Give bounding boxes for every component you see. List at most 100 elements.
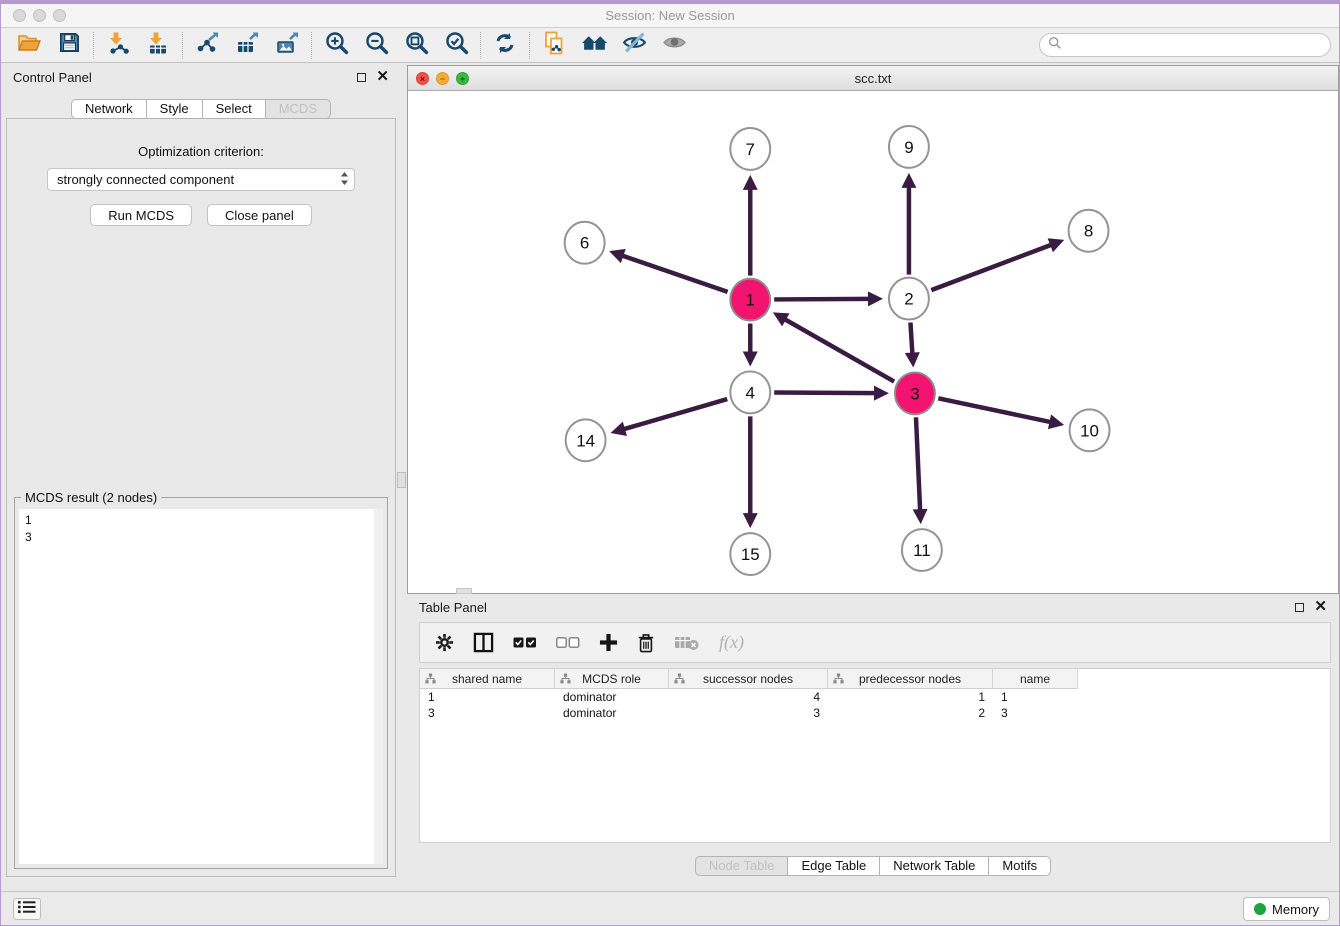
zoom-fit-button[interactable] xyxy=(396,30,436,61)
graph-node-11[interactable]: 11 xyxy=(902,529,942,571)
export-network-icon xyxy=(195,31,219,60)
graph-edge-3-10[interactable] xyxy=(938,398,1064,429)
select-all-button[interactable] xyxy=(513,637,537,649)
tab-network-table[interactable]: Network Table xyxy=(880,856,989,876)
graph-node-6[interactable]: 6 xyxy=(565,222,605,264)
deselect-all-button[interactable] xyxy=(556,637,580,649)
run-mcds-button[interactable]: Run MCDS xyxy=(90,204,192,226)
graph-edge-1-2[interactable] xyxy=(774,291,883,306)
tab-network[interactable]: Network xyxy=(71,99,147,119)
close-panel-icon[interactable]: ✕ xyxy=(376,72,389,82)
zoom-in-button[interactable] xyxy=(316,30,356,61)
node-table[interactable]: shared nameMCDS rolesuccessor nodesprede… xyxy=(419,668,1331,843)
zoom-out-button[interactable] xyxy=(356,30,396,61)
graph-node-7[interactable]: 7 xyxy=(730,128,770,170)
column-header-successor-nodes[interactable]: successor nodes xyxy=(669,669,828,688)
result-scrollbar[interactable] xyxy=(374,509,383,864)
clone-network-button[interactable] xyxy=(534,30,574,61)
maximize-view-icon[interactable]: + xyxy=(456,72,469,85)
zoom-fit-icon xyxy=(404,30,429,60)
import-network-button[interactable] xyxy=(98,30,138,61)
delete-button[interactable] xyxy=(637,633,655,653)
graph-edge-2-3[interactable] xyxy=(905,322,920,367)
hide-selected-eye-icon xyxy=(622,30,647,60)
column-header-MCDS-role[interactable]: MCDS role xyxy=(555,669,669,688)
zoom-window-icon[interactable] xyxy=(53,9,66,22)
show-all-button[interactable] xyxy=(654,30,694,61)
graph-edge-4-15[interactable] xyxy=(743,416,758,528)
gear-button[interactable] xyxy=(435,633,454,652)
graph-edge-3-11[interactable] xyxy=(913,417,928,524)
graph-node-4[interactable]: 4 xyxy=(730,371,770,413)
close-view-icon[interactable]: × xyxy=(416,72,429,85)
search-field[interactable] xyxy=(1039,33,1331,57)
graph-node-1[interactable]: 1 xyxy=(730,279,770,321)
close-panel-button[interactable]: Close panel xyxy=(207,204,312,226)
graph-edge-2-9[interactable] xyxy=(901,173,916,275)
tab-motifs[interactable]: Motifs xyxy=(989,856,1051,876)
graph-edge-1-4[interactable] xyxy=(743,324,758,367)
graph-edge-1-7[interactable] xyxy=(743,175,758,276)
graph-node-10[interactable]: 10 xyxy=(1070,409,1110,451)
float-panel-icon[interactable] xyxy=(357,73,366,82)
tab-mcds[interactable]: MCDS xyxy=(266,99,331,119)
delete-table-icon xyxy=(674,634,700,652)
zoom-selected-icon xyxy=(444,30,469,60)
split-columns-button[interactable] xyxy=(473,632,494,653)
search-input[interactable] xyxy=(1067,37,1322,54)
graph-node-15[interactable]: 15 xyxy=(730,533,770,575)
graph-edge-4-3[interactable] xyxy=(774,386,889,401)
mcds-result-title: MCDS result (2 nodes) xyxy=(21,490,161,505)
graph-edge-4-14[interactable] xyxy=(611,399,728,436)
export-table-button[interactable] xyxy=(227,30,267,61)
zoom-selected-button[interactable] xyxy=(436,30,476,61)
table-row[interactable]: 3dominator323 xyxy=(420,705,1330,721)
chevron-up-down-icon xyxy=(340,171,349,189)
column-header-predecessor-nodes[interactable]: predecessor nodes xyxy=(828,669,993,688)
svg-text:3: 3 xyxy=(910,384,919,403)
refresh-button[interactable] xyxy=(485,30,525,61)
column-header-shared-name[interactable]: shared name xyxy=(420,669,555,688)
graph-node-9[interactable]: 9 xyxy=(889,126,929,168)
tab-edge-table[interactable]: Edge Table xyxy=(788,856,880,876)
tab-select[interactable]: Select xyxy=(203,99,266,119)
open-session-button[interactable] xyxy=(9,30,49,61)
control-panel: Control Panel ✕ NetworkStyleSelectMCDS O… xyxy=(1,64,401,891)
save-session-button[interactable] xyxy=(49,30,89,61)
graph-edge-1-6[interactable] xyxy=(609,249,727,292)
hide-selected-button[interactable] xyxy=(614,30,654,61)
graph-node-14[interactable]: 14 xyxy=(566,419,606,461)
import-table-button[interactable] xyxy=(138,30,178,61)
graph-node-3[interactable]: 3 xyxy=(895,372,935,414)
export-network-button[interactable] xyxy=(187,30,227,61)
float-table-panel-icon[interactable] xyxy=(1295,603,1304,612)
tab-style[interactable]: Style xyxy=(147,99,203,119)
network-canvas[interactable]: 7 9 6 8 1 2 4 3 14 10 15 11 xyxy=(408,92,1338,593)
svg-text:4: 4 xyxy=(746,383,755,402)
panel-splitter-handle[interactable] xyxy=(397,472,406,488)
task-history-button[interactable] xyxy=(13,898,41,920)
close-table-panel-icon[interactable]: ✕ xyxy=(1314,602,1327,612)
memory-label: Memory xyxy=(1272,902,1319,917)
minimize-window-icon[interactable] xyxy=(33,9,46,22)
toolbar-separator xyxy=(93,32,94,59)
mcds-result-text[interactable]: 13 xyxy=(19,509,383,864)
column-header-name[interactable]: name xyxy=(993,669,1078,688)
memory-button[interactable]: Memory xyxy=(1243,897,1330,921)
graph-node-2[interactable]: 2 xyxy=(889,278,929,320)
search-icon xyxy=(1048,36,1062,55)
list-icon xyxy=(18,900,36,919)
minimize-view-icon[interactable]: − xyxy=(436,72,449,85)
add-column-button[interactable] xyxy=(599,633,618,652)
graph-edge-3-1[interactable] xyxy=(773,312,894,381)
tab-node-table[interactable]: Node Table xyxy=(695,856,789,876)
export-image-button[interactable] xyxy=(267,30,307,61)
function-fx-icon: f(x) xyxy=(719,632,744,653)
close-window-icon[interactable] xyxy=(13,9,26,22)
graph-edge-2-8[interactable] xyxy=(931,238,1064,290)
home-button[interactable] xyxy=(574,30,614,61)
criterion-select[interactable]: strongly connected component xyxy=(47,168,355,191)
table-row[interactable]: 1dominator411 xyxy=(420,689,1330,705)
mcds-tab-content: Optimization criterion: strongly connect… xyxy=(6,118,396,877)
graph-node-8[interactable]: 8 xyxy=(1069,210,1109,252)
